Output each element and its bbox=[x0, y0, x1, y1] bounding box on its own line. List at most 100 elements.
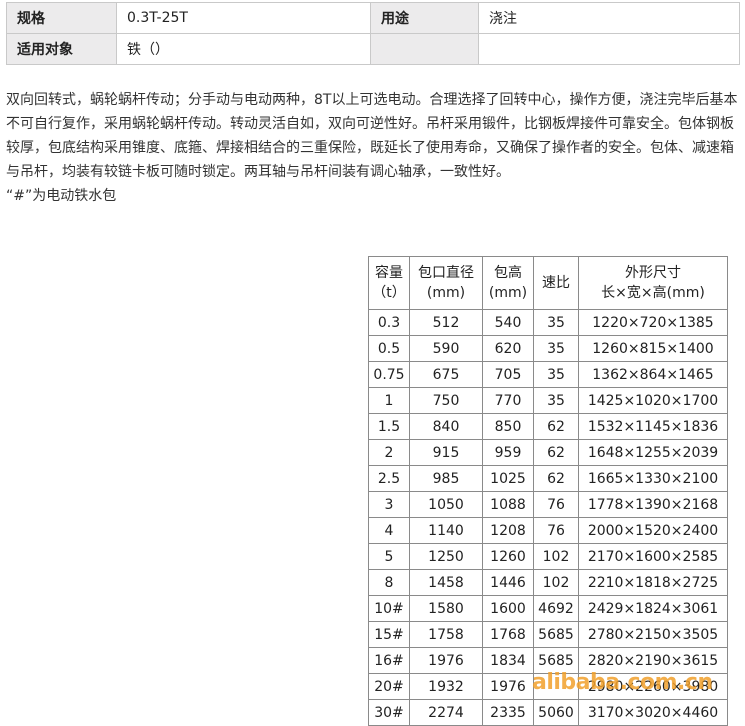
table-row: 10# 1580 1600 4692 2429×1824×3061 bbox=[368, 595, 728, 622]
diameter-cell: 915 bbox=[409, 439, 483, 466]
table-row: 1.5 840 850 62 1532×1145×1836 bbox=[368, 413, 728, 440]
diameter-cell: 1580 bbox=[409, 595, 483, 622]
spec-key bbox=[370, 33, 479, 65]
spec-value: 浇注 bbox=[478, 2, 740, 34]
diameter-cell: 840 bbox=[409, 413, 483, 440]
capacity-cell: 3 bbox=[368, 491, 410, 518]
height-cell: 1834 bbox=[482, 647, 534, 674]
dimensions-cell: 1362×864×1465 bbox=[578, 361, 728, 388]
ratio-cell: 62 bbox=[533, 465, 579, 492]
diameter-cell: 1976 bbox=[409, 647, 483, 674]
diameter-cell: 1758 bbox=[409, 621, 483, 648]
dimensions-cell: 1665×1330×2100 bbox=[578, 465, 728, 492]
table-row: 0.3 512 540 35 1220×720×1385 bbox=[368, 309, 728, 336]
height-cell: 1025 bbox=[482, 465, 534, 492]
spec-key: 适用对象 bbox=[6, 33, 117, 65]
diameter-cell: 985 bbox=[409, 465, 483, 492]
dimensions-cell: 2820×2190×3615 bbox=[578, 647, 728, 674]
diameter-cell: 590 bbox=[409, 335, 483, 362]
header-diameter: 包口直径 (mm) bbox=[409, 256, 483, 310]
spec-key: 规格 bbox=[6, 2, 117, 34]
ratio-cell: 35 bbox=[533, 335, 579, 362]
spec-table: 规格 0.3T-25T 用途 浇注 适用对象 铁（） bbox=[6, 2, 740, 65]
height-cell: 1600 bbox=[482, 595, 534, 622]
header-capacity: 容量 （t） bbox=[368, 256, 410, 310]
table-row: 1 750 770 35 1425×1020×1700 bbox=[368, 387, 728, 414]
diameter-cell: 1050 bbox=[409, 491, 483, 518]
capacity-cell: 16# bbox=[368, 647, 410, 674]
capacity-cell: 1 bbox=[368, 387, 410, 414]
dimensions-cell: 2170×1600×2585 bbox=[578, 543, 728, 570]
spec-value bbox=[478, 33, 740, 65]
table-row: 0.5 590 620 35 1260×815×1400 bbox=[368, 335, 728, 362]
capacity-cell: 8 bbox=[368, 569, 410, 596]
capacity-cell: 4 bbox=[368, 517, 410, 544]
capacity-cell: 10# bbox=[368, 595, 410, 622]
ratio-cell: 62 bbox=[533, 439, 579, 466]
height-cell: 959 bbox=[482, 439, 534, 466]
dimensions-cell: 1260×815×1400 bbox=[578, 335, 728, 362]
diameter-cell: 1932 bbox=[409, 673, 483, 700]
height-cell: 850 bbox=[482, 413, 534, 440]
capacity-cell: 1.5 bbox=[368, 413, 410, 440]
description-note: “#”为电动铁水包 bbox=[6, 188, 117, 204]
table-row: 2 915 959 62 1648×1255×2039 bbox=[368, 439, 728, 466]
dimensions-cell: 2980×2260×3980 bbox=[578, 673, 728, 700]
diameter-cell: 675 bbox=[409, 361, 483, 388]
dimensions-cell: 2780×2150×3505 bbox=[578, 621, 728, 648]
table-row: 2.5 985 1025 62 1665×1330×2100 bbox=[368, 465, 728, 492]
table-row: 3 1050 1088 76 1778×1390×2168 bbox=[368, 491, 728, 518]
diameter-cell: 1250 bbox=[409, 543, 483, 570]
table-row: 30# 2274 2335 5060 3170×3020×4460 bbox=[368, 699, 728, 726]
diameter-cell: 512 bbox=[409, 309, 483, 336]
capacity-cell: 0.75 bbox=[368, 361, 410, 388]
ratio-cell bbox=[533, 673, 579, 700]
height-cell: 2335 bbox=[482, 699, 534, 726]
spec-data-table: 容量 （t） 包口直径 (mm) 包高 (mm) 速比 外形尺寸 长×宽×高(mm) 0… bbox=[368, 256, 728, 726]
height-cell: 1208 bbox=[482, 517, 534, 544]
height-cell: 1088 bbox=[482, 491, 534, 518]
dimensions-cell: 3170×3020×4460 bbox=[578, 699, 728, 726]
dimensions-cell: 1425×1020×1700 bbox=[578, 387, 728, 414]
table-row: 5 1250 1260 102 2170×1600×2585 bbox=[368, 543, 728, 570]
capacity-cell: 20# bbox=[368, 673, 410, 700]
height-cell: 705 bbox=[482, 361, 534, 388]
spec-row: 规格 0.3T-25T 用途 浇注 bbox=[6, 2, 740, 34]
height-cell: 1768 bbox=[482, 621, 534, 648]
ratio-cell: 76 bbox=[533, 517, 579, 544]
table-row: 20# 1932 1976 2980×2260×3980 bbox=[368, 673, 728, 700]
diameter-cell: 2274 bbox=[409, 699, 483, 726]
table-row: 8 1458 1446 102 2210×1818×2725 bbox=[368, 569, 728, 596]
capacity-cell: 2 bbox=[368, 439, 410, 466]
header-ratio: 速比 bbox=[533, 256, 579, 310]
table-body: 0.3 512 540 35 1220×720×1385 0.5 590 620 35 1260×… bbox=[368, 309, 728, 726]
ratio-cell: 5685 bbox=[533, 621, 579, 648]
ratio-cell: 62 bbox=[533, 413, 579, 440]
dimensions-cell: 2000×1520×2400 bbox=[578, 517, 728, 544]
table-row: 0.75 675 705 35 1362×864×1465 bbox=[368, 361, 728, 388]
ratio-cell: 76 bbox=[533, 491, 579, 518]
ratio-cell: 35 bbox=[533, 387, 579, 414]
table-row: 4 1140 1208 76 2000×1520×2400 bbox=[368, 517, 728, 544]
capacity-cell: 0.5 bbox=[368, 335, 410, 362]
ratio-cell: 102 bbox=[533, 569, 579, 596]
header-height: 包高 (mm) bbox=[482, 256, 534, 310]
dimensions-cell: 1778×1390×2168 bbox=[578, 491, 728, 518]
ratio-cell: 35 bbox=[533, 361, 579, 388]
ratio-cell: 5685 bbox=[533, 647, 579, 674]
spec-row: 适用对象 铁（） bbox=[6, 33, 740, 65]
capacity-cell: 0.3 bbox=[368, 309, 410, 336]
ratio-cell: 4692 bbox=[533, 595, 579, 622]
ratio-cell: 5060 bbox=[533, 699, 579, 726]
height-cell: 540 bbox=[482, 309, 534, 336]
capacity-cell: 15# bbox=[368, 621, 410, 648]
dimensions-cell: 1220×720×1385 bbox=[578, 309, 728, 336]
diameter-cell: 1458 bbox=[409, 569, 483, 596]
table-header-row: 容量 （t） 包口直径 (mm) 包高 (mm) 速比 外形尺寸 长×宽×高(mm) bbox=[368, 256, 728, 310]
spec-value: 铁（） bbox=[116, 33, 371, 65]
height-cell: 1446 bbox=[482, 569, 534, 596]
spec-key: 用途 bbox=[370, 2, 479, 34]
header-dimensions: 外形尺寸 长×宽×高(mm) bbox=[578, 256, 728, 310]
dimensions-cell: 1532×1145×1836 bbox=[578, 413, 728, 440]
table-row: 16# 1976 1834 5685 2820×2190×3615 bbox=[368, 647, 728, 674]
